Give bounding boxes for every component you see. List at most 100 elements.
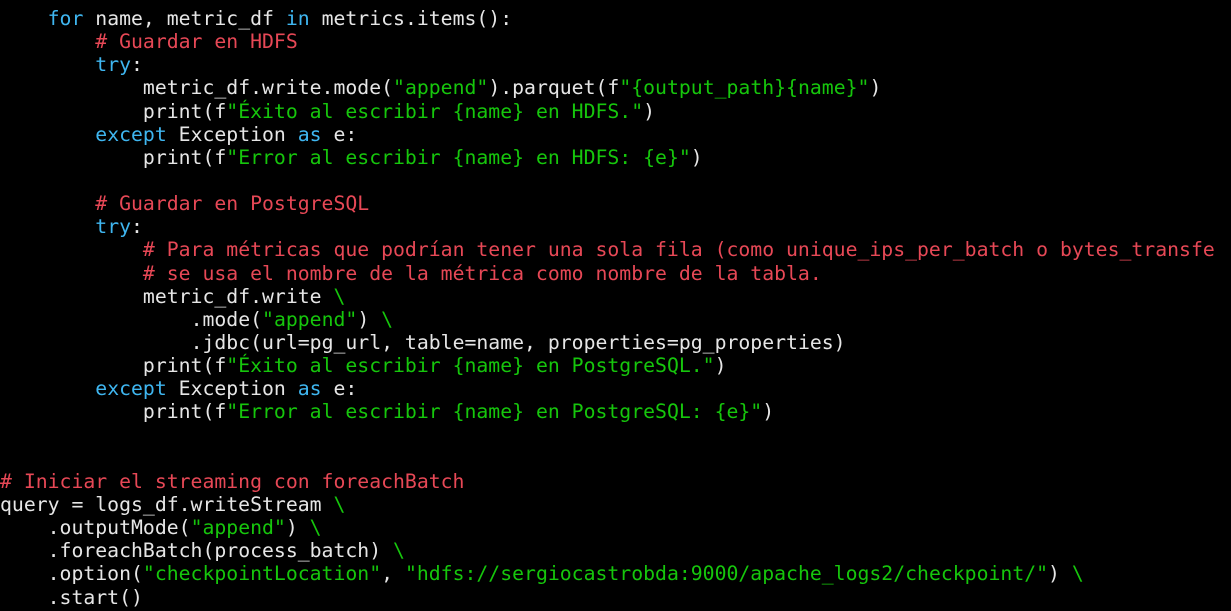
code-keyword-token: try [95, 53, 132, 77]
code-line[interactable]: print(f"Error al escribir {name} en Post… [0, 400, 1231, 423]
code-text-token: query = logs_df.writeStream [0, 492, 334, 516]
code-text-token: ) [869, 76, 882, 100]
code-text-token: .start() [47, 585, 143, 609]
code-text-token: ) [762, 400, 775, 424]
code-line[interactable]: ​ [0, 424, 1231, 447]
code-keyword-token: try [95, 215, 132, 239]
code-text-token: , [381, 562, 405, 586]
code-comment-token: # Guardar en PostgreSQL [95, 192, 370, 216]
code-line[interactable]: # Guardar en HDFS [0, 30, 1231, 53]
code-line[interactable]: print(f"Error al escribir {name} en HDFS… [0, 146, 1231, 169]
code-text-token: print(f [142, 354, 227, 378]
code-line[interactable]: # se usa el nombre de la métrica como no… [0, 262, 1231, 285]
code-keyword-token: as [297, 377, 322, 401]
code-text-token: .option( [47, 562, 143, 586]
code-text-token: : [131, 53, 143, 77]
code-keyword-token: as [297, 122, 322, 146]
code-string-token: \ [1071, 562, 1084, 586]
code-line[interactable]: metric_df.write.mode("append").parquet(f… [0, 76, 1231, 99]
code-line[interactable]: print(f"Éxito al escribir {name} en HDFS… [0, 100, 1231, 123]
code-text-token: ).parquet(f [488, 76, 620, 100]
code-text-token: metrics.items(): [309, 7, 513, 30]
code-string-token: \ [333, 284, 346, 308]
code-text-token: ) [714, 354, 727, 378]
code-text-token: Exception [166, 122, 298, 146]
code-line[interactable]: print(f"Éxito al escribir {name} en Post… [0, 354, 1231, 377]
code-text-token: ) [1048, 562, 1072, 586]
code-text-token: metric_df.write [142, 284, 334, 308]
code-text-token: print(f [142, 145, 227, 169]
code-string-token: "append" [393, 76, 489, 100]
code-comment-token: # Iniciar el streaming con foreachBatch [0, 469, 465, 493]
code-line[interactable]: metric_df.write \ [0, 285, 1231, 308]
code-text-token: ) [285, 516, 310, 540]
code-string-token: "append" [262, 307, 358, 331]
code-text-token: ) [357, 307, 382, 331]
code-string-token: "append" [190, 516, 286, 540]
code-text-token: ) [690, 145, 703, 169]
code-line[interactable]: .outputMode("append") \ [0, 516, 1231, 539]
code-text-token: .foreachBatch(process_batch) [47, 539, 394, 563]
code-line[interactable]: try: [0, 215, 1231, 238]
code-line[interactable]: .foreachBatch(process_batch) \ [0, 539, 1231, 562]
code-keyword-token: except [95, 122, 167, 146]
code-string-token: "Éxito al escribir {name} en PostgreSQL.… [226, 354, 715, 378]
code-line[interactable]: .jdbc(url=pg_url, table=name, properties… [0, 331, 1231, 354]
code-keyword-token: except [95, 377, 167, 401]
code-text-token: e: [321, 377, 358, 401]
code-line[interactable]: # Para métricas que podrían tener una so… [0, 238, 1231, 261]
code-keyword-token: for [47, 7, 84, 30]
code-line[interactable]: # Iniciar el streaming con foreachBatch [0, 470, 1231, 493]
code-string-token: "Error al escribir {name} en PostgreSQL:… [226, 400, 763, 424]
code-text-token: .jdbc(url=pg_url, table=name, properties… [190, 330, 846, 354]
code-line[interactable]: try: [0, 53, 1231, 76]
code-line[interactable]: .start() [0, 586, 1231, 609]
code-line[interactable]: .option("checkpointLocation", "hdfs://se… [0, 562, 1231, 585]
code-keyword-token: in [285, 7, 310, 30]
code-text-token: metric_df.write.mode( [142, 76, 394, 100]
code-text-token: print(f [142, 99, 227, 123]
code-editor[interactable]: for name, metric_df in metrics.items(): … [0, 0, 1231, 611]
code-text-token: ) [643, 99, 656, 123]
code-text-token: .outputMode( [47, 516, 191, 540]
code-line[interactable]: query = logs_df.writeStream \ [0, 493, 1231, 516]
code-line[interactable]: .mode("append") \ [0, 308, 1231, 331]
code-line[interactable]: # Guardar en PostgreSQL [0, 192, 1231, 215]
code-comment-token: # se usa el nombre de la métrica como no… [142, 261, 822, 285]
code-line[interactable]: except Exception as e: [0, 377, 1231, 400]
code-text-token: print(f [142, 400, 227, 424]
code-text-token: e: [321, 122, 358, 146]
code-text-token: name, metric_df [83, 7, 286, 30]
code-string-token: "hdfs://sergiocastrobda:9000/apache_logs… [404, 562, 1049, 586]
code-line[interactable]: for name, metric_df in metrics.items(): [0, 7, 1231, 30]
code-line[interactable]: ​ [0, 447, 1231, 470]
code-line[interactable]: ​ [0, 169, 1231, 192]
code-text-token: : [131, 215, 143, 239]
code-line[interactable]: except Exception as e: [0, 123, 1231, 146]
code-string-token: "{output_path}{name}" [619, 76, 870, 100]
code-string-token: "Error al escribir {name} en HDFS: {e}" [226, 145, 691, 169]
code-string-token: "Éxito al escribir {name} en HDFS." [226, 99, 644, 123]
code-string-token: "checkpointLocation" [142, 562, 382, 586]
code-string-token: \ [309, 516, 322, 540]
